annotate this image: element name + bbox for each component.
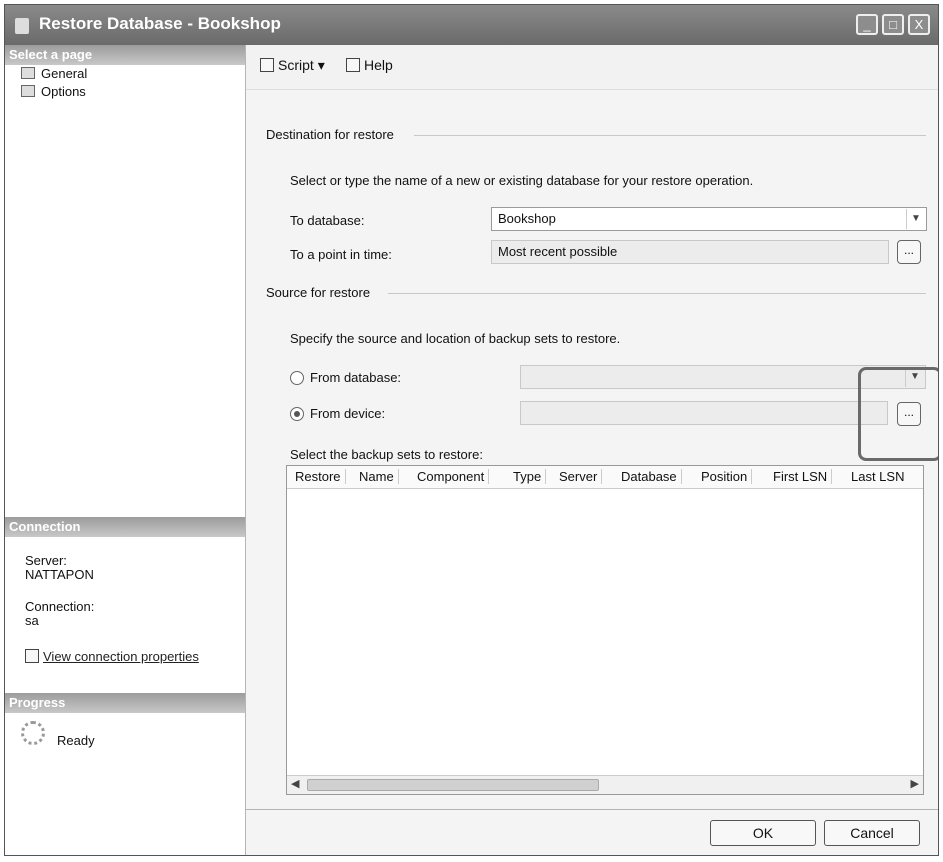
column-header[interactable]: Last LSN [851, 469, 908, 484]
column-header[interactable]: Name [359, 469, 399, 484]
script-icon [260, 58, 274, 72]
column-header[interactable]: First LSN [773, 469, 833, 484]
help-button[interactable]: Help [346, 57, 393, 73]
view-connection-properties-link[interactable]: View connection properties [25, 649, 199, 664]
horizontal-scrollbar[interactable]: ◀ ▶ [287, 775, 923, 794]
column-header[interactable]: Database [621, 469, 682, 484]
title-bar: Restore Database - Bookshop _ □ X [5, 5, 938, 45]
from-device-radio[interactable] [290, 407, 304, 421]
column-header[interactable]: Component [417, 469, 490, 484]
sidebar: Select a page General Options Connection… [5, 45, 246, 855]
to-database-select[interactable]: Bookshop ▼ [491, 207, 927, 231]
sidebar-item-general[interactable]: General [21, 65, 87, 83]
destination-instruction: Select or type the name of a new or exis… [290, 173, 754, 188]
from-device-field [520, 401, 888, 425]
server-value: NATTAPON [25, 567, 94, 582]
minimize-button[interactable]: _ [856, 14, 878, 35]
close-button[interactable]: X [908, 14, 930, 35]
divider [414, 135, 926, 136]
progress-spinner-icon [21, 721, 45, 745]
cancel-button[interactable]: Cancel [824, 820, 920, 846]
select-page-header: Select a page [5, 45, 245, 65]
browse-highlight-box [858, 367, 938, 461]
script-button[interactable]: Script ▾ [260, 57, 325, 74]
from-database-radio[interactable] [290, 371, 304, 385]
restore-database-window: Restore Database - Bookshop _ □ X Select… [4, 4, 939, 856]
maximize-button[interactable]: □ [882, 14, 904, 35]
backup-sets-label: Select the backup sets to restore: [290, 447, 483, 462]
column-header[interactable]: Type [513, 469, 547, 484]
backup-sets-grid[interactable]: Restore Name Component Type Server Datab… [286, 465, 924, 795]
chevron-right-icon[interactable]: ▶ [911, 777, 919, 790]
sidebar-item-label: General [41, 66, 88, 81]
dialog-footer: OK Cancel [246, 809, 938, 855]
source-group-label: Source for restore [266, 285, 371, 300]
progress-status: Ready [57, 733, 95, 748]
from-database-label: From database: [310, 370, 402, 385]
divider [388, 293, 926, 294]
column-header[interactable]: Restore [295, 469, 346, 484]
ok-button[interactable]: OK [710, 820, 816, 846]
help-icon [346, 58, 360, 72]
chevron-left-icon[interactable]: ◀ [291, 777, 299, 790]
connection-icon [25, 649, 39, 663]
database-icon [15, 18, 29, 34]
column-header[interactable]: Server [559, 469, 603, 484]
source-instruction: Specify the source and location of backu… [290, 331, 621, 346]
connection-label: Connection: [25, 599, 95, 614]
connection-value: sa [25, 613, 39, 628]
to-database-label: To database: [290, 213, 365, 228]
connection-header: Connection [5, 517, 245, 537]
toolbar: Script ▾ Help [246, 45, 938, 90]
grid-header: Restore Name Component Type Server Datab… [287, 466, 923, 489]
chevron-down-icon[interactable]: ▼ [906, 209, 925, 229]
sidebar-item-options[interactable]: Options [21, 83, 86, 101]
from-device-label: From device: [310, 406, 386, 421]
server-label: Server: [25, 553, 67, 568]
point-in-time-browse-button[interactable]: ... [897, 240, 921, 264]
page-icon [21, 67, 35, 79]
point-in-time-field: Most recent possible [491, 240, 889, 264]
page-icon [21, 85, 35, 97]
chevron-down-icon: ▾ [317, 57, 325, 73]
progress-header: Progress [5, 693, 245, 713]
sidebar-item-label: Options [41, 84, 86, 99]
radio-selected-dot [294, 411, 300, 417]
destination-group-label: Destination for restore [266, 127, 394, 142]
window-title: Restore Database - Bookshop [39, 14, 281, 33]
point-in-time-label: To a point in time: [290, 247, 392, 262]
column-header[interactable]: Position [701, 469, 753, 484]
scrollbar-thumb[interactable] [307, 779, 599, 791]
main-panel: Script ▾ Help Destination for restore Se… [246, 45, 938, 809]
